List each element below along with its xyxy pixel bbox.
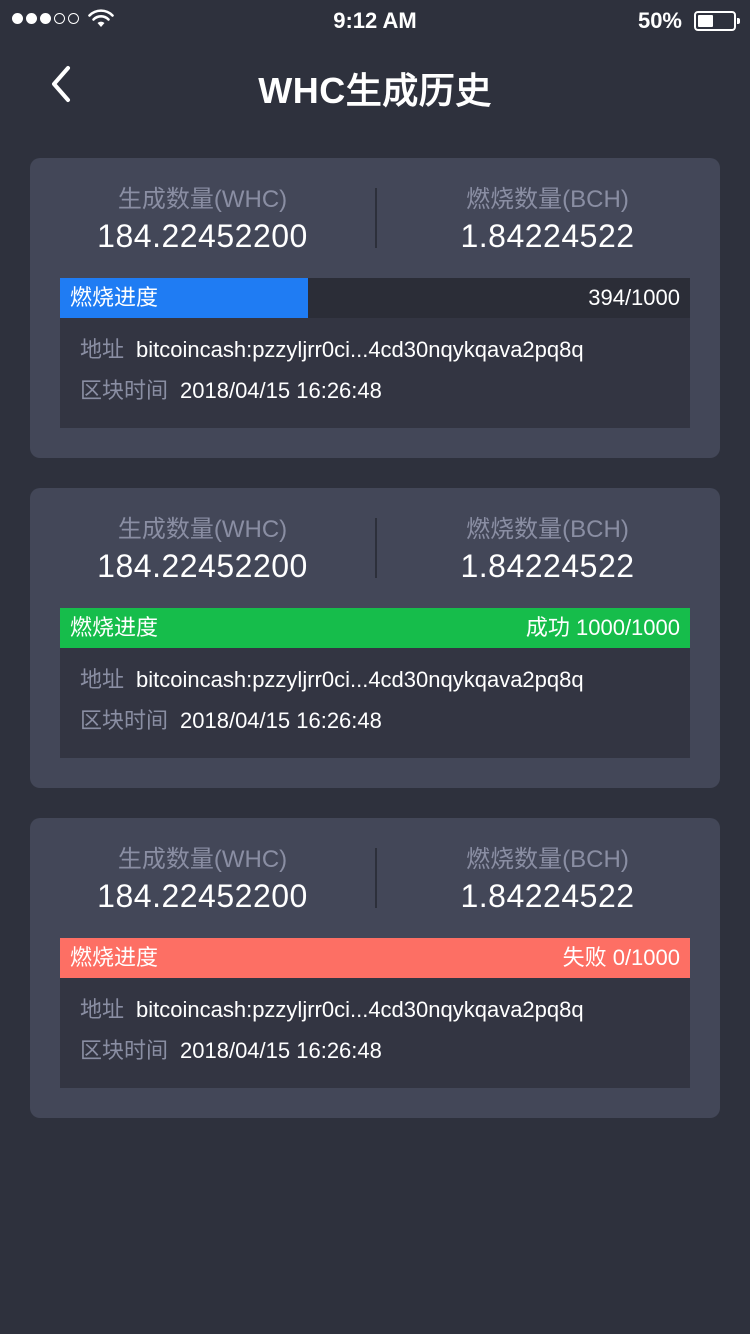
burned-label: 燃烧数量(BCH) (466, 846, 629, 873)
block-time-row: 区块时间 2018/04/15 16:26:48 (80, 706, 382, 736)
stat-divider (375, 188, 377, 248)
block-time-value: 2018/04/15 16:26:48 (180, 1038, 382, 1063)
battery-percent: 50% (637, 8, 682, 33)
generated-value: 184.22452200 (97, 548, 308, 584)
burn-progress-value: 成功 1000/1000 (525, 615, 680, 640)
block-time-row: 区块时间 2018/04/15 16:26:48 (80, 1036, 382, 1066)
burned-stat: 燃烧数量(BCH) 1.84224522 (375, 844, 720, 916)
generated-value: 184.22452200 (97, 878, 308, 914)
battery-level-fill (698, 15, 713, 27)
address-value: bitcoincash:pzzyljrr0ci...4cd30nqykqava2… (136, 667, 584, 692)
burned-stat: 燃烧数量(BCH) 1.84224522 (375, 514, 720, 586)
burn-progress-label: 燃烧进度 (70, 945, 159, 970)
page-title: WHC生成历史 (258, 70, 492, 111)
battery-icon (694, 11, 740, 31)
history-card: 生成数量(WHC) 184.22452200 燃烧数量(BCH) 1.84224… (30, 818, 720, 1118)
stat-divider (375, 518, 377, 578)
generated-label: 生成数量(WHC) (117, 516, 288, 543)
history-card: 生成数量(WHC) 184.22452200 燃烧数量(BCH) 1.84224… (30, 158, 720, 458)
generated-label: 生成数量(WHC) (117, 846, 288, 873)
address-label: 地址 (80, 667, 125, 692)
burned-value: 1.84224522 (460, 878, 635, 914)
burned-label: 燃烧数量(BCH) (466, 186, 629, 213)
generated-stat: 生成数量(WHC) 184.22452200 (30, 184, 375, 256)
address-label: 地址 (80, 337, 125, 362)
burned-label: 燃烧数量(BCH) (466, 516, 629, 543)
generated-label: 生成数量(WHC) (117, 186, 288, 213)
stat-divider (375, 848, 377, 908)
address-label: 地址 (80, 997, 125, 1022)
burn-progress-bar: 燃烧进度 失败 0/1000 (60, 938, 690, 978)
address-value: bitcoincash:pzzyljrr0ci...4cd30nqykqava2… (136, 337, 584, 362)
burn-progress-label: 燃烧进度 (70, 615, 159, 640)
burn-progress-value: 失败 0/1000 (562, 945, 680, 970)
burned-value: 1.84224522 (460, 548, 635, 584)
address-row: 地址 bitcoincash:pzzyljrr0ci...4cd30nqykqav… (80, 995, 584, 1025)
burned-value: 1.84224522 (460, 218, 635, 254)
block-time-row: 区块时间 2018/04/15 16:26:48 (80, 376, 382, 406)
address-value: bitcoincash:pzzyljrr0ci...4cd30nqykqava2… (136, 997, 584, 1022)
generated-stat: 生成数量(WHC) 184.22452200 (30, 844, 375, 916)
card-info: 地址 bitcoincash:pzzyljrr0ci...4cd30nqykqav… (60, 978, 690, 1088)
history-card: 生成数量(WHC) 184.22452200 燃烧数量(BCH) 1.84224… (30, 488, 720, 788)
block-time-value: 2018/04/15 16:26:48 (180, 378, 382, 403)
block-time-label: 区块时间 (80, 1038, 169, 1063)
burned-stat: 燃烧数量(BCH) 1.84224522 (375, 184, 720, 256)
status-bar: 9:12 AM 50% (0, 0, 750, 40)
generated-value: 184.22452200 (97, 218, 308, 254)
address-row: 地址 bitcoincash:pzzyljrr0ci...4cd30nqykqav… (80, 335, 584, 365)
address-row: 地址 bitcoincash:pzzyljrr0ci...4cd30nqykqav… (80, 665, 584, 695)
burn-progress-bar: 燃烧进度 394/1000 (60, 278, 690, 318)
card-info: 地址 bitcoincash:pzzyljrr0ci...4cd30nqykqav… (60, 648, 690, 758)
card-info: 地址 bitcoincash:pzzyljrr0ci...4cd30nqykqav… (60, 318, 690, 428)
navigation-bar: WHC生成历史 (0, 40, 750, 128)
block-time-label: 区块时间 (80, 708, 169, 733)
generated-stat: 生成数量(WHC) 184.22452200 (30, 514, 375, 586)
block-time-label: 区块时间 (80, 378, 169, 403)
burn-progress-bar: 燃烧进度 成功 1000/1000 (60, 608, 690, 648)
block-time-value: 2018/04/15 16:26:48 (180, 708, 382, 733)
burn-progress-label: 燃烧进度 (70, 285, 159, 310)
burn-progress-value: 394/1000 (588, 285, 680, 310)
